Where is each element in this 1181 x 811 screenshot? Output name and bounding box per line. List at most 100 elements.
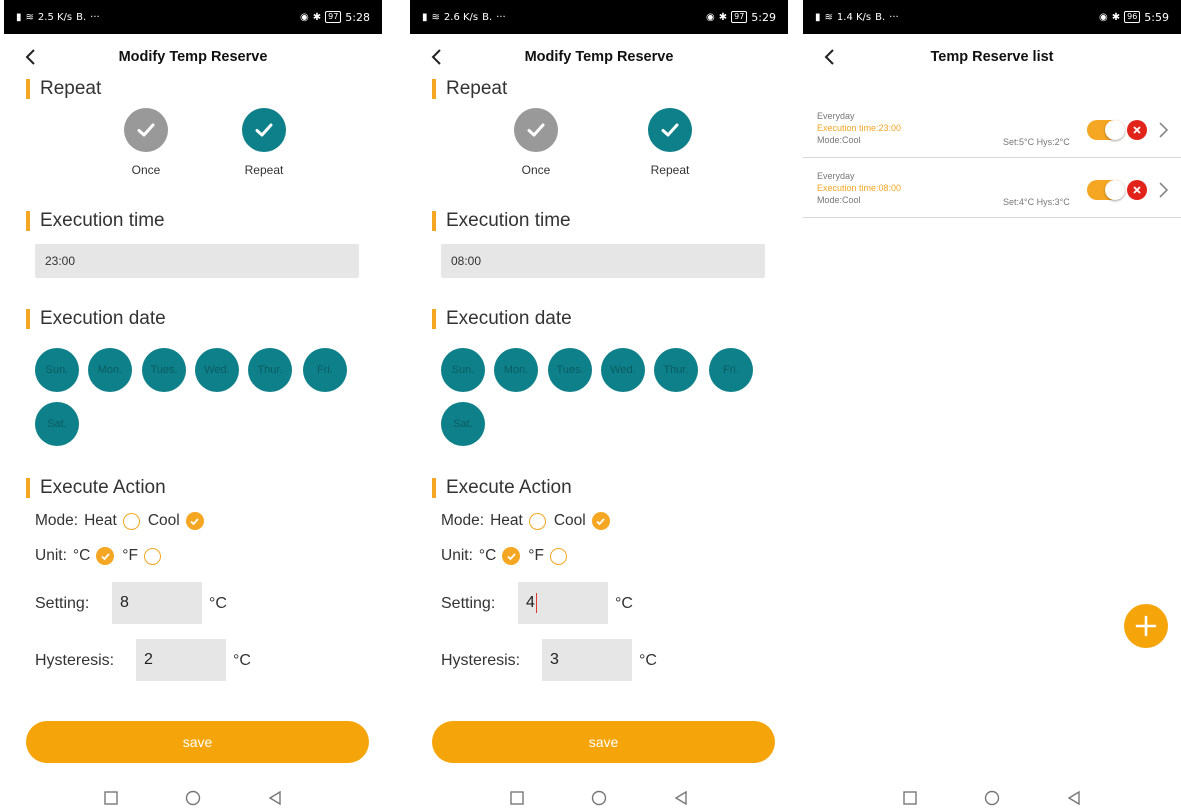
circle-icon [185, 790, 201, 805]
system-back-button[interactable] [1063, 787, 1085, 809]
back-button[interactable] [817, 44, 843, 70]
net-speed: 2.6 K/s [443, 11, 479, 23]
day-sun[interactable]: Sun. [35, 348, 79, 392]
repeat-option-once[interactable]: Once [496, 108, 576, 177]
bluetooth-icon: ✱ [1111, 11, 1121, 23]
add-reserve-button[interactable] [1124, 604, 1168, 648]
delete-button[interactable] [1127, 180, 1147, 200]
delete-button[interactable] [1127, 120, 1147, 140]
enable-toggle[interactable] [1087, 180, 1125, 200]
circle-icon [591, 790, 607, 805]
item-set-hys: Set:4°C Hys:3°C [1003, 197, 1070, 207]
back-button[interactable] [424, 44, 450, 70]
system-nav-bar [803, 784, 1181, 811]
section-marker [26, 478, 30, 498]
system-nav-bar [4, 784, 382, 811]
section-execution-time: Execution time [26, 210, 165, 232]
signal-icon: ▮ [16, 11, 22, 23]
wifi-icon: ≋ [824, 11, 833, 23]
reserve-list-item[interactable]: Everyday Execution time:08:00 Mode:Cool … [803, 168, 1181, 218]
repeat-option-repeat[interactable]: Repeat [224, 108, 304, 177]
enable-toggle[interactable] [1087, 120, 1125, 140]
day-sun[interactable]: Sun. [441, 348, 485, 392]
day-mon[interactable]: Mon. [88, 348, 132, 392]
setting-value: 4 [526, 594, 535, 611]
setting-unit: °C [615, 595, 633, 612]
recent-apps-button[interactable] [899, 787, 921, 809]
signal-icon: ▮ [815, 11, 821, 23]
section-marker [26, 211, 30, 231]
unit-f-label: °F [528, 547, 544, 564]
day-thur[interactable]: Thur. [248, 348, 292, 392]
square-icon [104, 790, 118, 805]
square-icon [510, 790, 524, 805]
home-button[interactable] [588, 787, 610, 809]
day-sat[interactable]: Sat. [35, 402, 79, 446]
bluetooth-icon: ✱ [718, 11, 728, 23]
unit-c-radio[interactable] [96, 547, 115, 565]
unit-f-label: °F [122, 547, 138, 564]
section-marker [432, 79, 436, 99]
system-back-button[interactable] [670, 787, 692, 809]
hysteresis-input[interactable]: 3 [542, 639, 632, 681]
hysteresis-unit: °C [639, 652, 657, 669]
hysteresis-input[interactable]: 2 [136, 639, 226, 681]
section-execution-date: Execution date [432, 308, 572, 330]
home-button[interactable] [182, 787, 204, 809]
unit-c-radio[interactable] [502, 547, 521, 565]
mode-cool-radio[interactable] [591, 512, 610, 530]
execution-time-field[interactable]: 23:00 [35, 244, 359, 278]
reserve-list-item[interactable]: Everyday Execution time:23:00 Mode:Cool … [803, 108, 1181, 158]
chevron-right-icon[interactable] [1156, 180, 1170, 200]
execution-time-field[interactable]: 08:00 [441, 244, 765, 278]
chevron-right-icon[interactable] [1156, 120, 1170, 140]
recent-apps-button[interactable] [100, 787, 122, 809]
unit-f-radio[interactable] [143, 547, 161, 565]
repeat-option-once[interactable]: Once [106, 108, 186, 177]
save-button[interactable]: save [432, 721, 775, 763]
day-sat[interactable]: Sat. [441, 402, 485, 446]
unit-f-radio[interactable] [549, 547, 567, 565]
app-notification-icon: B. [482, 11, 493, 23]
mode-cool-radio[interactable] [185, 512, 204, 530]
system-back-button[interactable] [264, 787, 286, 809]
mode-heat-radio[interactable] [528, 512, 546, 530]
setting-input[interactable]: 4 [518, 582, 608, 624]
status-bar: ▮ ≋ 1.4 K/s B. ··· ◉ ✱ 96 5:59 [803, 0, 1181, 34]
option-label: Once [131, 163, 161, 177]
unit-label: Unit: [441, 547, 473, 564]
item-mode: Mode:Cool [817, 135, 861, 145]
option-label: Once [521, 163, 551, 177]
section-repeat: Repeat [26, 78, 101, 100]
text-cursor [535, 593, 537, 613]
save-button[interactable]: save [26, 721, 369, 763]
clock: 5:28 [345, 10, 370, 24]
day-fri[interactable]: Fri. [303, 348, 347, 392]
day-wed[interactable]: Wed. [601, 348, 645, 392]
day-mon[interactable]: Mon. [494, 348, 538, 392]
plus-icon [1135, 615, 1157, 637]
back-button[interactable] [18, 44, 44, 70]
section-execute-action: Execute Action [26, 477, 166, 499]
temp-reserve-list-screen: ▮ ≋ 1.4 K/s B. ··· ◉ ✱ 96 5:59 Temp Rese… [803, 0, 1181, 811]
bluetooth-icon: ✱ [312, 11, 322, 23]
section-title: Execution time [446, 210, 571, 231]
item-exec-time: Execution time:23:00 [817, 123, 902, 133]
setting-input[interactable]: 8 [112, 582, 202, 624]
day-thur[interactable]: Thur. [654, 348, 698, 392]
repeat-option-repeat[interactable]: Repeat [630, 108, 710, 177]
day-tues[interactable]: Tues. [548, 348, 592, 392]
setting-label: Setting: [441, 595, 496, 612]
mode-heat-radio[interactable] [122, 512, 140, 530]
day-tues[interactable]: Tues. [142, 348, 186, 392]
modify-reserve-screen-1: ▮ ≋ 2.5 K/s B. ··· ◉ ✱ 97 5:28 Modify Te… [4, 0, 382, 811]
chevron-left-icon [25, 49, 35, 65]
day-fri[interactable]: Fri. [709, 348, 753, 392]
status-bar: ▮ ≋ 2.5 K/s B. ··· ◉ ✱ 97 5:28 [4, 0, 382, 34]
app-notification-icon: B. [875, 11, 886, 23]
section-marker [26, 79, 30, 99]
status-bar: ▮ ≋ 2.6 K/s B. ··· ◉ ✱ 97 5:29 [410, 0, 788, 34]
recent-apps-button[interactable] [506, 787, 528, 809]
day-wed[interactable]: Wed. [195, 348, 239, 392]
home-button[interactable] [981, 787, 1003, 809]
